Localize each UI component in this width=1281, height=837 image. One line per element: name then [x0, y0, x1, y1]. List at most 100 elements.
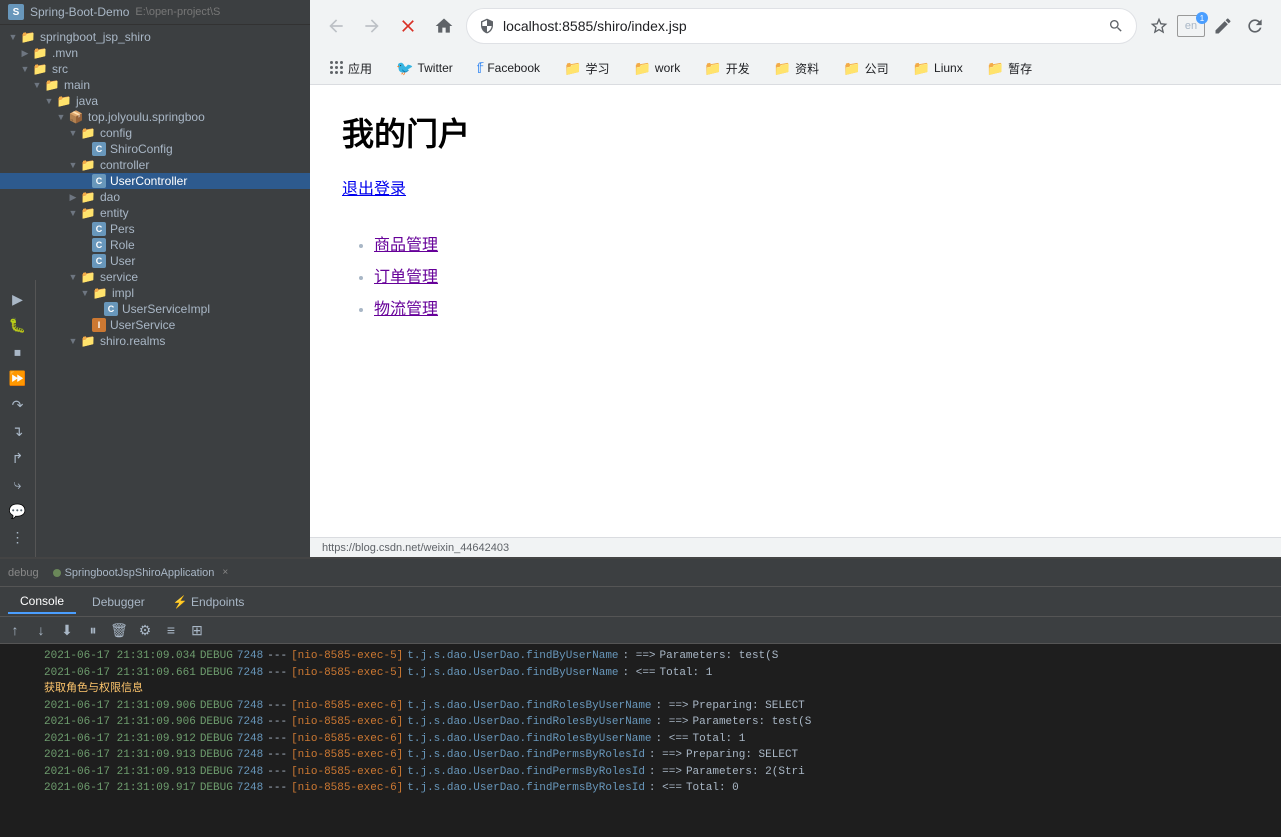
tree-item-userserviceimpl[interactable]: ▶ C UserServiceImpl: [0, 301, 310, 317]
home-button[interactable]: [430, 12, 458, 40]
tree-item-package[interactable]: ▼ 📦 top.jolyoulu.springboo: [0, 109, 310, 125]
bookmark-data[interactable]: 📁 资料: [766, 58, 827, 79]
project-icon: S: [8, 4, 24, 20]
console-output: 2021-06-17 21:31:09.034 DEBUG 7248 --- […: [36, 644, 1281, 834]
bookmark-liunx[interactable]: 📁 Liunx: [905, 58, 971, 79]
extension-badge: 1: [1196, 12, 1208, 24]
facebook-icon: 𝕗: [477, 60, 484, 77]
status-dot: [53, 569, 61, 577]
bookmark-apps-label: 应用: [348, 60, 372, 77]
tree-item-config[interactable]: ▼ 📁 config: [0, 125, 310, 141]
resume-button[interactable]: ⏩: [4, 368, 32, 391]
close-tab-button[interactable]: ×: [222, 567, 228, 578]
step-out-button[interactable]: ↱: [4, 447, 32, 470]
stop-button[interactable]: ⏹: [4, 341, 32, 364]
tree-root-folder[interactable]: ▼ 📁 springboot_jsp_shiro: [0, 29, 310, 45]
run-button[interactable]: ▶: [4, 288, 32, 311]
tab-console[interactable]: Console: [8, 590, 76, 614]
tree-item-controller[interactable]: ▼ 📁 controller: [0, 157, 310, 173]
tree-item-pers[interactable]: ▶ C Pers: [0, 221, 310, 237]
tree-item-role[interactable]: ▶ C Role: [0, 237, 310, 253]
bookmark-kaifa[interactable]: 📁 开发: [696, 58, 757, 79]
clear-button[interactable]: 🗑: [108, 619, 130, 641]
page-title: 我的门户: [342, 109, 1249, 155]
tree-item-impl[interactable]: ▼ 📁 impl: [0, 285, 310, 301]
bookmark-twitter[interactable]: 🐦 Twitter: [388, 58, 461, 79]
orders-link[interactable]: 订单管理: [374, 269, 438, 286]
refresh-circle-button[interactable]: [1241, 12, 1269, 40]
bookmark-work[interactable]: 📁 work: [625, 58, 688, 79]
chevron-down-icon: ▼: [68, 272, 78, 282]
ide-title: Spring-Boot-Demo: [30, 5, 129, 19]
tree-item-userservice[interactable]: ▶ I UserService: [0, 317, 310, 333]
tab-debugger[interactable]: Debugger: [80, 591, 157, 613]
folder-icon: 📁: [633, 60, 650, 77]
bug-button[interactable]: 🐛: [4, 315, 32, 338]
edit-button[interactable]: [1209, 12, 1237, 40]
log-line: 2021-06-17 21:31:09.913 DEBUG 7248 --- […: [44, 747, 1273, 764]
console-toolbar: ↑ ↓ ⬇ ⏸ 🗑 ⚙ ≡ ⊞: [0, 617, 1281, 644]
bookmark-star-button[interactable]: [1145, 12, 1173, 40]
log-line: 2021-06-17 21:31:09.034 DEBUG 7248 --- […: [44, 648, 1273, 665]
step-over-button[interactable]: ↷: [4, 394, 32, 417]
tree-item-java[interactable]: ▼ 📁 java: [0, 93, 310, 109]
tree-item-main[interactable]: ▼ 📁 main: [0, 77, 310, 93]
tree-label-controller: controller: [100, 158, 149, 172]
class-icon: C: [92, 174, 106, 188]
bookmark-apps[interactable]: 应用: [322, 58, 380, 79]
run-tab-item[interactable]: SpringbootJspShiroApplication ×: [47, 565, 235, 581]
folder-icon: 📁: [704, 60, 721, 77]
bookmark-zanshi[interactable]: 📁 暂存: [979, 58, 1040, 79]
tree-item-dao[interactable]: ▶ 📁 dao: [0, 189, 310, 205]
folder-icon: 📁: [56, 95, 72, 107]
tree-label-shiro-realms: shiro.realms: [100, 334, 165, 348]
lang-label: en: [1185, 20, 1197, 32]
tree-item-mvn[interactable]: ▶ 📁 .mvn: [0, 45, 310, 61]
tree-label-userserviceimpl: UserServiceImpl: [122, 302, 210, 316]
list-item-logistics: 物流管理: [374, 295, 1249, 319]
address-bar[interactable]: localhost:8585/shiro/index.jsp: [466, 8, 1137, 44]
settings-button[interactable]: ⚙: [134, 619, 156, 641]
more-button[interactable]: ⋮: [4, 527, 32, 550]
log-line: 2021-06-17 21:31:09.906 DEBUG 7248 --- […: [44, 714, 1273, 731]
bottom-left-icons: ▶ 🐛 ⏹ ⏩ ↷ ↴ ↱ ⤷ 💬 ⋮: [0, 280, 36, 557]
tree-label-java: java: [76, 94, 98, 108]
tree-item-usercontroller[interactable]: ▶ C UserController: [0, 173, 310, 189]
download-button[interactable]: ⬇: [56, 619, 78, 641]
tree-item-shiroconfig[interactable]: ▶ C ShiroConfig: [0, 141, 310, 157]
step-into-button[interactable]: ↴: [4, 421, 32, 444]
tree-item-src[interactable]: ▼ 📁 src: [0, 61, 310, 77]
tree-label-shiroconfig: ShiroConfig: [110, 142, 173, 156]
bookmark-facebook[interactable]: 𝕗 Facebook: [469, 58, 548, 79]
filter-button[interactable]: ≡: [160, 619, 182, 641]
evaluate-button[interactable]: 💬: [4, 500, 32, 523]
tree-item-entity[interactable]: ▼ 📁 entity: [0, 205, 310, 221]
forward-button[interactable]: [358, 12, 386, 40]
folder-icon: 📁: [564, 60, 581, 77]
bookmark-company[interactable]: 📁 公司: [835, 58, 896, 79]
tree-label-usercontroller: UserController: [110, 174, 187, 188]
app-name: SpringbootJspShiroApplication: [65, 567, 215, 579]
tree-item-user[interactable]: ▶ C User: [0, 253, 310, 269]
extension-button[interactable]: en 1: [1177, 12, 1205, 40]
tab-endpoints[interactable]: ⚡ Endpoints: [161, 591, 257, 613]
logout-link[interactable]: 退出登录: [342, 175, 406, 199]
tree-item-shiro-realms[interactable]: ▼ 📁 shiro.realms: [0, 333, 310, 349]
folder-icon: 📁: [80, 127, 96, 139]
scroll-down-button[interactable]: ↓: [30, 619, 52, 641]
layout-button[interactable]: ⊞: [186, 619, 208, 641]
debug-label: debug: [8, 567, 39, 579]
reload-button[interactable]: [394, 12, 422, 40]
scroll-up-button[interactable]: ↑: [4, 619, 26, 641]
run-cursor-button[interactable]: ⤷: [4, 474, 32, 497]
bookmark-study[interactable]: 📁 学习: [556, 58, 617, 79]
goods-link[interactable]: 商品管理: [374, 237, 438, 254]
bookmark-work-label: work: [655, 61, 680, 75]
folder-icon: 📁: [913, 60, 930, 77]
back-button[interactable]: [322, 12, 350, 40]
folder-icon: 📁: [80, 159, 96, 171]
pause-button[interactable]: ⏸: [82, 619, 104, 641]
tree-item-service[interactable]: ▼ 📁 service: [0, 269, 310, 285]
logistics-link[interactable]: 物流管理: [374, 301, 438, 318]
folder-icon: 📁: [774, 60, 791, 77]
